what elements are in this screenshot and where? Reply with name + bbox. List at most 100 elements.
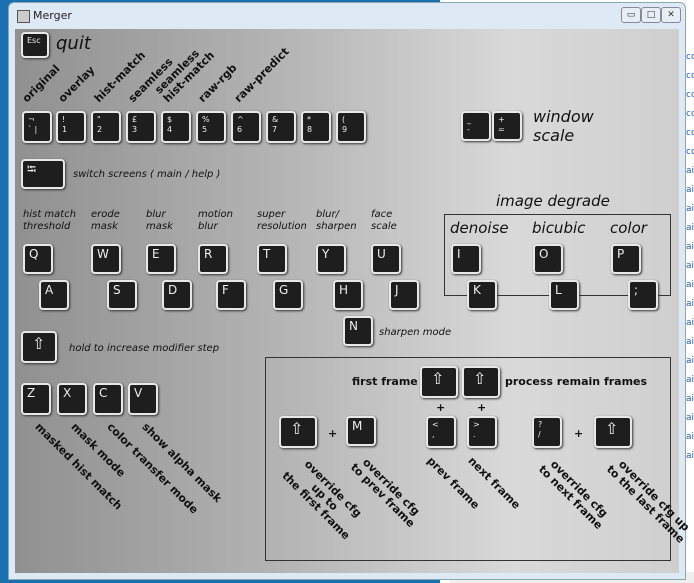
param-label: motion blur <box>198 209 233 233</box>
key-e[interactable]: E <box>146 244 176 274</box>
close-button[interactable]: ✕ <box>661 7 681 23</box>
label-line: scale <box>533 126 575 145</box>
key-2[interactable]: " 2 <box>91 111 121 143</box>
key-4[interactable]: $4 <box>161 111 191 143</box>
key-k[interactable]: K <box>467 280 497 310</box>
label-line: scale <box>371 221 397 232</box>
key-l[interactable]: L <box>549 280 579 310</box>
key-c[interactable]: C <box>93 383 123 415</box>
image-degrade-title: image degrade <box>496 192 610 210</box>
background-file-row: ai <box>686 185 694 195</box>
key-label: = <box>498 125 505 134</box>
key-y[interactable]: Y <box>316 244 346 274</box>
background-file-row: co <box>686 52 694 62</box>
plus-sign: + <box>436 401 446 414</box>
background-file-row: ai <box>686 318 694 328</box>
key-r[interactable]: R <box>198 244 228 274</box>
key-7[interactable]: & 7 <box>266 111 296 143</box>
key-shift-remain[interactable]: ⇧ <box>462 366 500 398</box>
key-label: N <box>349 319 358 333</box>
key-t[interactable]: T <box>257 244 287 274</box>
key-plus[interactable]: + = <box>492 111 522 141</box>
window-title: Merger <box>33 9 72 22</box>
key-comma[interactable]: <, <box>426 416 456 448</box>
label-line: threshold <box>23 221 71 232</box>
key-label: ( <box>342 115 346 124</box>
key-label: - <box>467 125 470 134</box>
key-slash[interactable]: ? / <box>532 416 562 448</box>
key-z[interactable]: Z <box>21 383 51 415</box>
key-j[interactable]: J <box>389 280 419 310</box>
key-shift-override-first[interactable]: ⇧ <box>279 416 317 448</box>
key-a[interactable]: A <box>39 280 69 310</box>
maximize-button[interactable]: □ <box>641 7 661 23</box>
label-line: erode <box>91 209 120 220</box>
key-label: / <box>538 430 541 439</box>
key-1[interactable]: ! 1 <box>56 111 86 143</box>
plus-sign: + <box>574 427 584 440</box>
title-bar: Merger ▭ □ ✕ <box>9 3 685 29</box>
key-shift-first[interactable]: ⇧ <box>420 366 458 398</box>
key-label: > <box>473 420 480 429</box>
key-label: 7 <box>272 125 278 134</box>
background-file-row: co <box>686 147 694 157</box>
key-` |[interactable]: ¬ ` | <box>22 111 52 143</box>
key-i[interactable]: I <box>451 244 481 274</box>
key-label: ^ <box>237 115 244 124</box>
key-esc[interactable]: Esc <box>21 32 49 58</box>
key-label: 3 <box>132 125 138 134</box>
background-file-row: ai <box>686 223 694 233</box>
background-file-row: co <box>686 71 694 81</box>
key-tab[interactable]: ⭾ <box>21 159 65 189</box>
process-remain-label: process remain frames <box>505 375 648 388</box>
label-line: blur <box>146 209 166 220</box>
key-w[interactable]: W <box>91 244 121 274</box>
key-period[interactable]: >. <box>467 416 497 448</box>
degrade-label-denoise: denoise <box>450 219 509 237</box>
background-file-row: ai <box>686 242 694 252</box>
key-u[interactable]: U <box>371 244 401 274</box>
minimize-button[interactable]: ▭ <box>621 7 641 23</box>
key-q[interactable]: Q <box>23 244 53 274</box>
key-p[interactable]: P <box>611 244 641 274</box>
key-d[interactable]: D <box>162 280 192 310</box>
background-file-row: ai <box>686 166 694 176</box>
key-o[interactable]: O <box>533 244 563 274</box>
degrade-label-color: color <box>610 219 647 237</box>
key-label: " <box>97 115 101 124</box>
background-file-row: ai <box>686 261 694 271</box>
background-file-row: co <box>686 128 694 138</box>
key-shift-override-last[interactable]: ⇧ <box>594 416 632 448</box>
key-x[interactable]: X <box>57 383 87 415</box>
background-file-row: ai <box>686 337 694 347</box>
key-8[interactable]: * 8 <box>301 111 331 143</box>
sharpen-mode-label: sharpen mode <box>379 327 452 338</box>
key-n[interactable]: N <box>343 316 373 346</box>
key-label: 9 <box>342 125 348 134</box>
label-line: sharpen <box>316 221 357 232</box>
help-panel: Esc quit _ - + = window scale ⭾ switch scre… <box>15 29 692 573</box>
background-file-row: co <box>686 90 694 100</box>
key-9[interactable]: (9 <box>336 111 366 143</box>
key-g[interactable]: G <box>273 280 303 310</box>
key-3[interactable]: £3 <box>126 111 156 143</box>
key-label: 1 <box>62 125 68 134</box>
tab-icon: ⭾ <box>27 162 37 176</box>
key-6[interactable]: ^ 6 <box>231 111 261 143</box>
merger-window: Merger ▭ □ ✕ Esc quit _ - + = window scale … <box>8 2 692 580</box>
key-v[interactable]: V <box>128 383 158 415</box>
key-semicolon[interactable]: ; <box>628 280 658 310</box>
key-f[interactable]: F <box>216 280 246 310</box>
background-file-row: ai <box>686 451 694 461</box>
key-h[interactable]: H <box>333 280 363 310</box>
key-minus[interactable]: _ - <box>461 111 491 141</box>
background-file-row: ai <box>686 280 694 290</box>
key-shift[interactable]: ⇧ <box>21 331 57 363</box>
key-label: + <box>498 115 505 124</box>
key-m[interactable]: M <box>346 416 376 446</box>
key-label: Esc <box>27 36 41 45</box>
key-5[interactable]: % 5 <box>196 111 226 143</box>
key-s[interactable]: S <box>107 280 137 310</box>
key-label: % <box>202 115 210 124</box>
shift-icon: ⇧ <box>473 369 487 388</box>
